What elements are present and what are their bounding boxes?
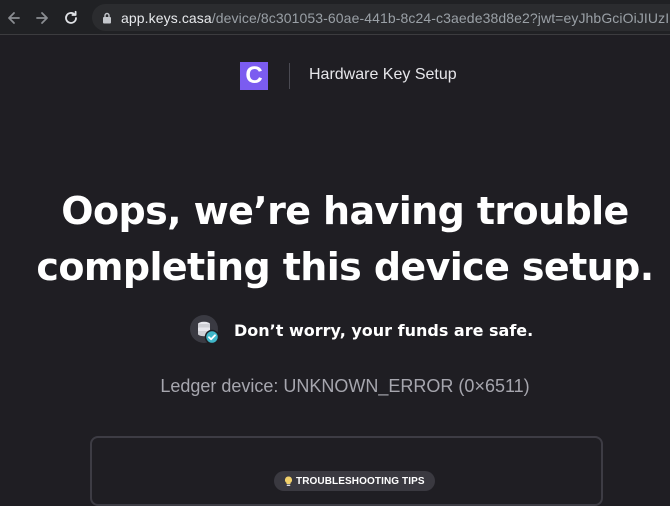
url-path: /device/8c301053-60ae-441b-8c24-c3aede38… (211, 9, 670, 26)
headline-line-2: completing this device setup. (36, 245, 654, 289)
headline-line-1: Oops, we’re having trouble (61, 189, 629, 233)
casa-logo[interactable]: C (240, 62, 268, 90)
header-divider (289, 63, 290, 89)
funds-safe-notice: Don’t worry, your funds are safe. (190, 315, 533, 345)
forward-arrow-icon (36, 12, 48, 24)
error-code-text: Ledger device: UNKNOWN_ERROR (0×6511) (160, 376, 530, 396)
lock-icon (102, 12, 112, 24)
app-header: C Hardware Key Setup (0, 62, 670, 90)
funds-safe-text: Don’t worry, your funds are safe. (234, 320, 534, 340)
error-headline: Oops, we’re having trouble completing th… (0, 183, 670, 295)
logo-letter: C (245, 62, 263, 89)
reload-icon (65, 10, 77, 24)
reload-button[interactable] (61, 8, 81, 28)
back-button[interactable] (4, 8, 24, 28)
funds-safe-icon (190, 315, 220, 345)
url-host: app.keys.casa (121, 9, 212, 26)
back-arrow-icon (8, 12, 20, 24)
browser-toolbar: app.keys.casa/device/8c301053-60ae-441b-… (0, 0, 670, 35)
forward-button[interactable] (32, 8, 52, 28)
address-bar[interactable]: app.keys.casa/device/8c301053-60ae-441b-… (92, 4, 670, 31)
troubleshooting-tips-badge: TROUBLESHOOTING TIPS (274, 471, 435, 491)
url-text: app.keys.casa/device/8c301053-60ae-441b-… (121, 10, 670, 26)
page-title: Hardware Key Setup (309, 66, 457, 83)
